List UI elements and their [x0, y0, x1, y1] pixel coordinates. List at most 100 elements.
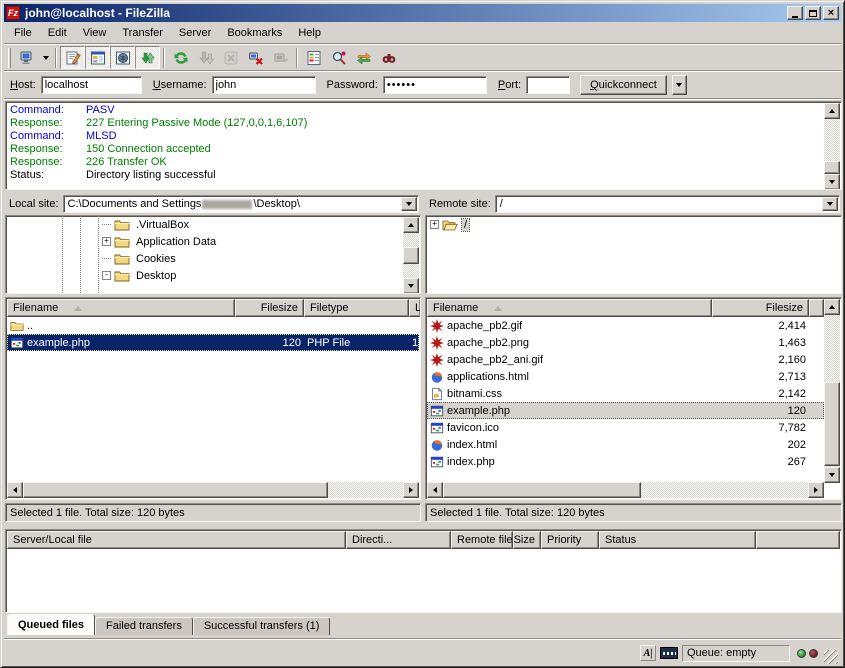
password-input[interactable] — [383, 76, 487, 94]
remote-site-combobox[interactable]: / — [495, 195, 840, 213]
column-header-priority[interactable]: Priority — [541, 531, 599, 549]
remote-horizontal-scrollbar[interactable] — [427, 482, 824, 498]
column-header-filename[interactable]: Filename — [7, 299, 235, 317]
menu-item-bookmarks[interactable]: Bookmarks — [219, 23, 290, 43]
column-header-status[interactable]: Status — [599, 531, 756, 549]
chevron-down-icon — [676, 83, 682, 87]
port-label: Port: — [498, 79, 521, 91]
expand-icon[interactable]: + — [102, 237, 111, 246]
scrollbar-thumb[interactable] — [23, 482, 328, 498]
local-site-combobox[interactable]: C:\Documents and Settings\Desktop\ — [63, 195, 419, 213]
scroll-down-button[interactable] — [824, 174, 840, 190]
remote-file-row[interactable]: example.php120 — [427, 402, 824, 419]
remote-file-row[interactable]: index.html202 — [427, 436, 824, 453]
refresh-button[interactable] — [168, 46, 193, 69]
quickconnect-button[interactable]: Quickconnect — [580, 75, 667, 95]
find-files-button[interactable] — [376, 46, 401, 69]
column-header-directi[interactable]: Directi... — [346, 531, 451, 549]
synchronized-browsing-button[interactable] — [351, 46, 376, 69]
quickconnect-dropdown-button[interactable] — [672, 75, 687, 95]
remote-file-row[interactable]: favicon.ico7,782 — [427, 419, 824, 436]
scrollbar-thumb[interactable] — [824, 161, 840, 174]
column-header-label: Remote file — [457, 534, 513, 546]
resize-grip[interactable] — [824, 650, 838, 664]
local-site-dropdown-button[interactable] — [401, 197, 417, 211]
scroll-left-button[interactable] — [7, 482, 23, 498]
status-bar: A| Queue: empty — [4, 642, 841, 664]
toggle-remote-tree-button[interactable] — [110, 46, 135, 69]
column-header-filler — [809, 299, 824, 317]
menu-item-file[interactable]: File — [6, 23, 40, 43]
column-header-label: Filesize — [261, 302, 298, 314]
send-led-icon — [809, 649, 818, 658]
scroll-up-button[interactable] — [824, 103, 840, 119]
directory-comparison-button[interactable] — [326, 46, 351, 69]
scrollbar-thumb[interactable] — [443, 482, 641, 498]
column-header-filetype[interactable]: Filetype — [304, 299, 409, 317]
remote-vertical-scrollbar[interactable] — [824, 299, 840, 483]
local-file-row[interactable]: .. — [7, 317, 419, 334]
tab-failed-transfers[interactable]: Failed transfers — [95, 617, 193, 635]
collapse-icon[interactable]: - — [102, 271, 111, 280]
file-size-cell: 2,142 — [712, 385, 809, 402]
remote-file-row[interactable]: apache_pb2_ani.gif2,160 — [427, 351, 824, 368]
remote-file-row[interactable]: bitnami.css2,142 — [427, 385, 824, 402]
local-horizontal-scrollbar[interactable] — [7, 482, 419, 498]
disconnect-button[interactable] — [243, 46, 268, 69]
tab-queued-files[interactable]: Queued files — [7, 614, 95, 635]
local-tree-item-application-data[interactable]: +Application Data — [6, 233, 420, 250]
toggle-message-log-button[interactable] — [60, 46, 85, 69]
local-tree-item-virtualbox[interactable]: .VirtualBox — [6, 216, 420, 233]
local-list-header: Filename Filesize FiletypeL — [7, 299, 419, 317]
scroll-left-button[interactable] — [427, 482, 443, 498]
toggle-transfer-queue-button[interactable] — [135, 46, 160, 69]
username-input[interactable] — [212, 76, 316, 94]
local-tree-item-cookies[interactable]: Cookies — [6, 250, 420, 267]
column-header-filename[interactable]: Filename — [427, 299, 712, 317]
site-manager-dropdown-button[interactable] — [39, 46, 52, 69]
remote-file-row[interactable]: applications.html2,713 — [427, 368, 824, 385]
remote-tree-item-item[interactable]: +/ — [426, 216, 841, 233]
menu-item-help[interactable]: Help — [290, 23, 329, 43]
log-line-text: 227 Entering Passive Mode (127,0,0,1,6,1… — [86, 117, 307, 130]
scroll-right-button[interactable] — [403, 482, 419, 498]
expand-icon[interactable]: + — [430, 220, 439, 229]
close-button[interactable]: × — [823, 6, 839, 20]
remote-tree-icon — [115, 50, 131, 66]
menu-item-server[interactable]: Server — [171, 23, 219, 43]
arrow-up-icon — [829, 305, 835, 309]
remote-file-row[interactable]: index.php267 — [427, 453, 824, 470]
message-log-scrollbar[interactable] — [824, 103, 840, 190]
menu-item-transfer[interactable]: Transfer — [114, 23, 171, 43]
scrollbar-thumb[interactable] — [824, 382, 840, 466]
remote-file-row[interactable]: apache_pb2.png1,463 — [427, 334, 824, 351]
scroll-up-button[interactable] — [824, 299, 840, 315]
scroll-right-button[interactable] — [808, 482, 824, 498]
remote-directory-tree: +/ — [425, 215, 842, 294]
file-size-cell — [235, 317, 304, 334]
port-input[interactable] — [526, 76, 570, 94]
local-tree-item-desktop[interactable]: -Desktop — [6, 267, 420, 284]
remote-file-row[interactable]: apache_pb2.gif2,414 — [427, 317, 824, 334]
column-header-filesize[interactable]: Filesize — [712, 299, 809, 317]
minimize-button[interactable] — [787, 6, 803, 20]
column-header-l[interactable]: L — [409, 299, 421, 317]
column-header-server-local-file[interactable]: Server/Local file — [7, 531, 346, 549]
scroll-down-button[interactable] — [824, 467, 840, 483]
window-title: john@localhost - FileZilla — [25, 6, 787, 20]
column-header-remote-file[interactable]: Remote file — [451, 531, 513, 549]
column-header-size[interactable]: Size — [513, 531, 541, 549]
toolbar-separator — [296, 48, 298, 68]
maximize-button[interactable] — [805, 6, 821, 20]
site-manager-button[interactable] — [14, 46, 39, 69]
local-file-row[interactable]: example.php120PHP File1 — [7, 334, 419, 351]
menu-item-view[interactable]: View — [75, 23, 115, 43]
toggle-local-tree-button[interactable] — [85, 46, 110, 69]
quickconnect-bar: Host: Username: Password: Port: Quickcon… — [4, 72, 841, 98]
tab-successful-transfers-1[interactable]: Successful transfers (1) — [193, 617, 331, 635]
column-header-filesize[interactable]: Filesize — [235, 299, 304, 317]
remote-site-dropdown-button[interactable] — [822, 197, 838, 211]
menu-item-edit[interactable]: Edit — [40, 23, 75, 43]
directory-listing-filters-button[interactable] — [301, 46, 326, 69]
host-input[interactable] — [41, 76, 142, 94]
